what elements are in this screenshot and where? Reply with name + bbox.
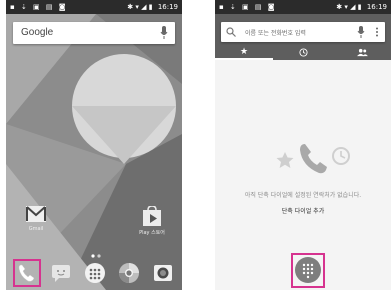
clock-icon	[298, 48, 308, 57]
speed-dial-empty-illustration	[276, 144, 350, 174]
play-store-icon[interactable]	[142, 206, 162, 226]
phone-icon-highlight	[13, 259, 41, 287]
app-drawer-icon[interactable]	[84, 262, 106, 284]
tab-recents[interactable]	[274, 46, 332, 60]
camera-icon[interactable]	[152, 262, 174, 284]
app-label-gmail: Gmail	[28, 226, 44, 232]
notification-icons: ▪ ⇣ ▣ ▤ ◙	[219, 3, 277, 11]
status-time: 16:19	[157, 3, 178, 11]
selected-tab-indicator	[215, 58, 273, 60]
page-indicator	[91, 254, 101, 258]
contacts-icon	[356, 48, 368, 57]
empty-speed-dial-message: 아직 단축 다이얼에 설정된 연락처가 없습니다.	[244, 192, 362, 199]
browser-icon[interactable]	[118, 262, 140, 284]
wifi-icon: ▾	[344, 3, 348, 11]
status-time: 16:19	[366, 3, 387, 11]
add-speed-dial-link[interactable]: 단축 다이얼 추가	[215, 206, 391, 215]
dialer-screen: ▪ ⇣ ▣ ▤ ◙ ✱ ▾ ◢ ▮ 16:19 이름 또는 전화번호 입력 ★	[215, 0, 391, 290]
signal-icon: ◢	[141, 3, 147, 11]
status-bar: ▪ ⇣ ▣ ▤ ◙ ✱ ▾ ◢ ▮ 16:19	[6, 0, 182, 14]
notification-icons: ▪ ⇣ ▣ ▤ ◙	[10, 3, 68, 11]
bluetooth-icon: ✱	[127, 3, 134, 11]
system-icons: ✱ ▾ ◢ ▮ 16:19	[127, 0, 178, 14]
mic-icon[interactable]	[357, 26, 365, 38]
google-logo: Google	[21, 27, 54, 38]
overflow-menu-icon[interactable]	[375, 27, 379, 37]
google-search-bar[interactable]: Google	[13, 22, 175, 44]
battery-icon: ▮	[148, 3, 153, 11]
contact-search-bar[interactable]: 이름 또는 전화번호 입력	[221, 22, 385, 42]
search-placeholder: 이름 또는 전화번호 입력	[245, 30, 306, 37]
status-bar: ▪ ⇣ ▣ ▤ ◙ ✱ ▾ ◢ ▮ 16:19	[215, 0, 391, 14]
phone-icon	[300, 144, 327, 174]
home-screen: ▪ ⇣ ▣ ▤ ◙ ✱ ▾ ◢ ▮ 16:19 Google Gmail Pla…	[6, 0, 182, 290]
mic-icon[interactable]	[160, 26, 168, 40]
battery-icon: ▮	[357, 3, 362, 11]
dialpad-fab-highlight	[291, 253, 325, 288]
wallpaper	[6, 14, 182, 290]
tab-contacts[interactable]	[333, 46, 391, 60]
system-icons: ✱ ▾ ◢ ▮ 16:19	[336, 0, 387, 14]
star-icon	[276, 152, 294, 168]
app-label-play-store: Play 스토어	[139, 230, 165, 236]
search-icon	[226, 27, 236, 37]
star-icon: ★	[239, 47, 249, 57]
wifi-icon: ▾	[135, 3, 139, 11]
bluetooth-icon: ✱	[336, 3, 343, 11]
gmail-icon[interactable]	[26, 206, 46, 222]
signal-icon: ◢	[350, 3, 356, 11]
messages-icon[interactable]	[50, 262, 72, 284]
